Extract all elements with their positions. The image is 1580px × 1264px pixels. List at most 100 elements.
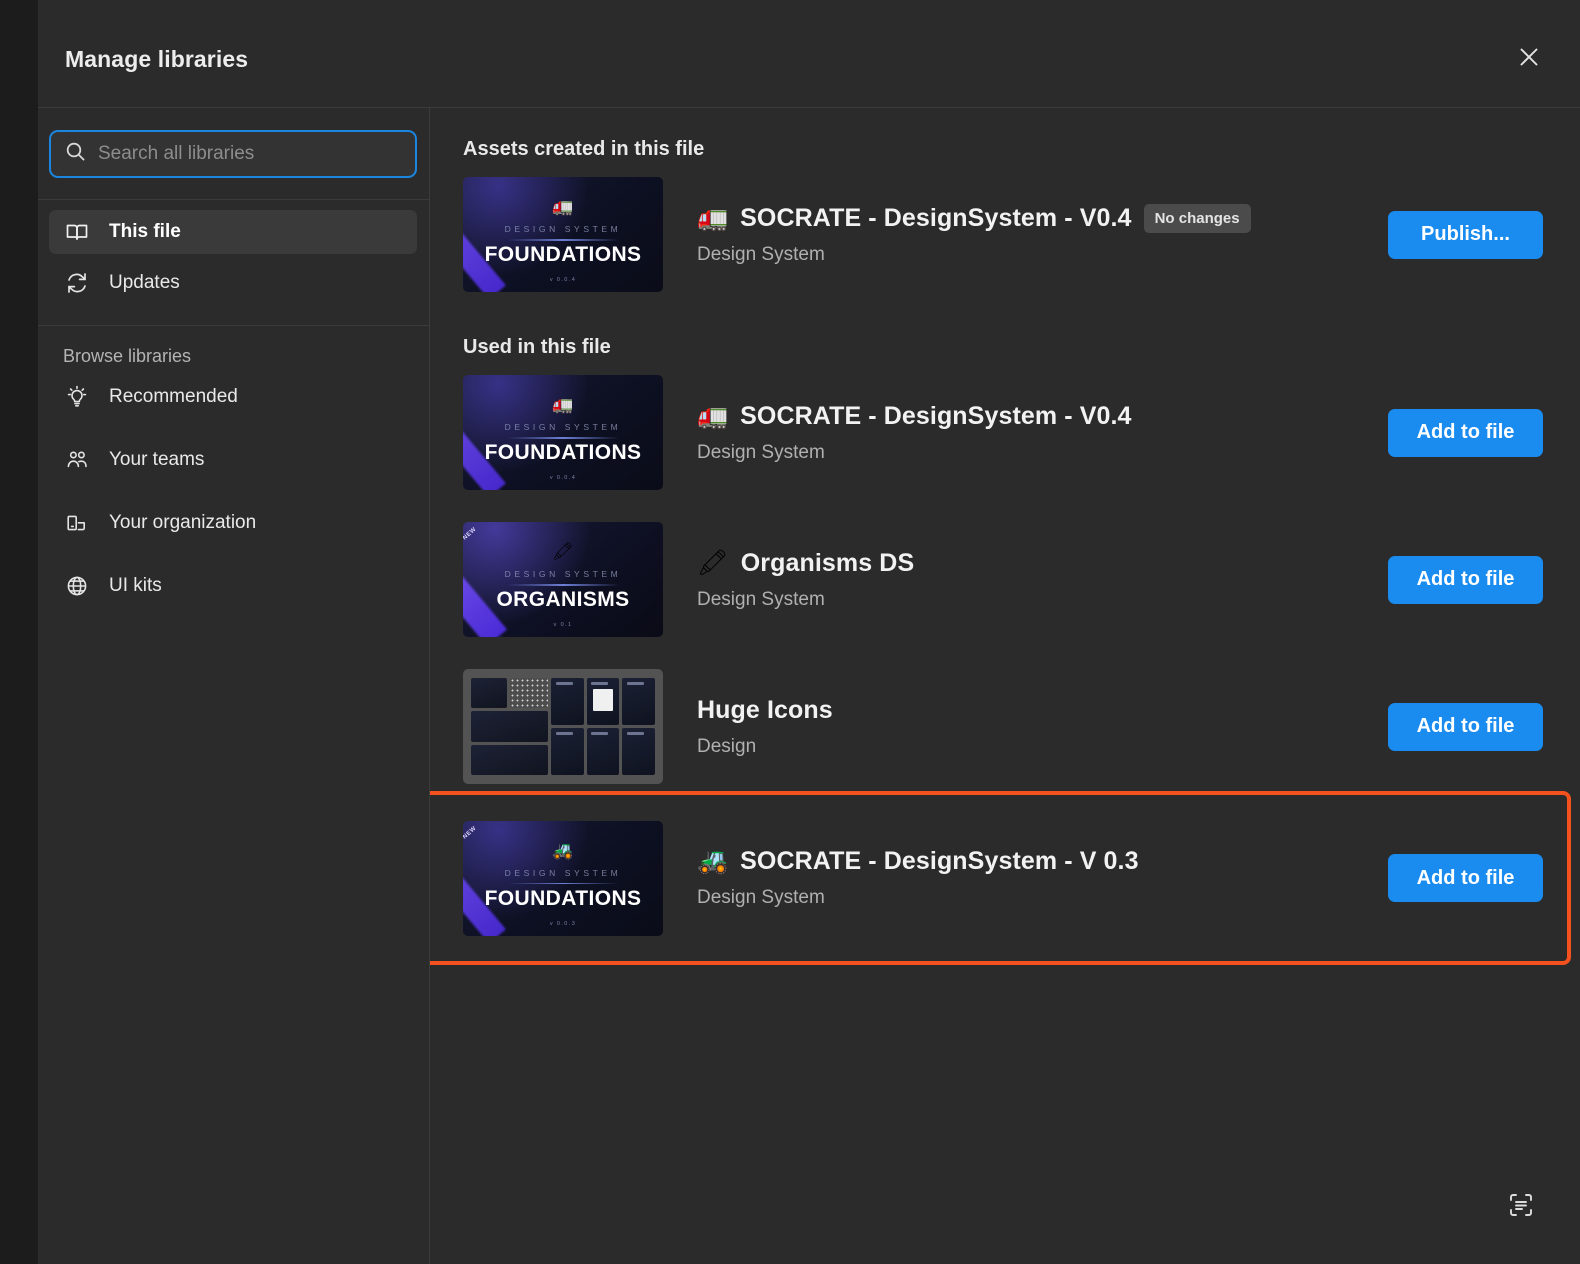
library-info: 🖍 Organisms DS Design System: [663, 549, 1388, 611]
sidebar-browse-list: Recommended Your teams Your organization…: [38, 375, 429, 608]
crayon-emoji-icon: 🖍: [697, 548, 729, 577]
thumbnail-emoji: 🚛: [552, 395, 574, 414]
library-name: SOCRATE - DesignSystem - V0.4: [740, 203, 1132, 232]
sidebar-item-your-organization[interactable]: Your organization: [49, 501, 417, 545]
sidebar-item-ui-kits[interactable]: UI kits: [49, 564, 417, 608]
library-name: SOCRATE - DesignSystem - V 0.3: [740, 847, 1139, 875]
mini-card: [622, 678, 655, 725]
section-title-assets-created: Assets created in this file: [463, 138, 705, 160]
thumbnail-emoji: 🖍: [552, 542, 574, 561]
sidebar-item-label: Your organization: [109, 512, 257, 533]
library-row-used-2[interactable]: Huge Icons Design Add to file: [430, 653, 1580, 800]
library-thumbnail: NEW 🖍 DESIGN SYSTEM ORGANISMS v 0.1: [463, 522, 663, 637]
library-info: 🚛 SOCRATE - DesignSystem - V0.4 No chang…: [663, 203, 1388, 266]
modal-header: Manage libraries: [38, 0, 1580, 108]
library-subtitle: Design System: [697, 441, 825, 463]
mini-card: [471, 711, 548, 742]
library-name-line: Huge Icons: [697, 696, 1388, 725]
library-subtitle: Design System: [697, 243, 825, 265]
thumbnail-rule: [507, 437, 619, 439]
thumbnail-version: v 0.1: [553, 622, 573, 628]
thumbnail-kicker: DESIGN SYSTEM: [504, 224, 622, 234]
sidebar-item-label: UI kits: [109, 575, 162, 596]
library-name: SOCRATE - DesignSystem - V0.4: [740, 401, 1132, 430]
mini-card-group: [551, 678, 655, 775]
mini-card: [471, 744, 548, 775]
add-to-file-button[interactable]: Add to file: [1388, 555, 1543, 604]
library-subtitle: Design System: [697, 887, 825, 908]
book-icon: [63, 218, 91, 246]
add-to-file-button[interactable]: Add to file: [1388, 702, 1543, 751]
new-ribbon-label: NEW: [463, 825, 478, 840]
mini-card: [622, 728, 655, 775]
thumbnail-kicker: DESIGN SYSTEM: [504, 867, 622, 878]
sidebar-item-recommended[interactable]: Recommended: [49, 375, 417, 419]
truck-emoji-icon: 🚛: [697, 401, 729, 430]
mini-card: [586, 728, 620, 775]
thumbnail-emoji: 🚜: [552, 840, 574, 860]
library-thumbnail: NEW 🚜 DESIGN SYSTEM FOUNDATIONS v 0.0.3: [463, 820, 663, 936]
libraries-panel: Assets created in this file 🚛 DESIGN SYS…: [430, 108, 1580, 1264]
search-icon: [65, 141, 86, 167]
library-row-used-3[interactable]: NEW 🚜 DESIGN SYSTEM FOUNDATIONS v 0.0.3 …: [430, 791, 1580, 965]
thumbnail-version: v 0.0.4: [549, 475, 577, 481]
thumbnail-rule: [507, 882, 619, 884]
thumbnail-rule: [507, 239, 619, 241]
thumbnail-rule: [507, 584, 619, 586]
library-name-line: 🚛 SOCRATE - DesignSystem - V0.4: [697, 402, 1388, 431]
mini-card: [551, 678, 584, 725]
building-icon: [63, 509, 91, 537]
thumbnail-title: ORGANISMS: [496, 588, 630, 611]
tractor-emoji-icon: 🚜: [697, 847, 729, 875]
thumbnail-title: FOUNDATIONS: [484, 441, 642, 464]
status-badge: No changes: [1143, 203, 1251, 233]
search-box[interactable]: [49, 130, 417, 178]
sidebar-item-label: Recommended: [109, 386, 238, 407]
new-ribbon-label: NEW: [463, 526, 478, 542]
thumbnail-emoji: 🚛: [552, 197, 574, 216]
thumbnail-title: FOUNDATIONS: [484, 243, 642, 266]
section-title-used-in-file: Used in this file: [463, 336, 611, 358]
library-name-line: 🚛 SOCRATE - DesignSystem - V0.4 No chang…: [697, 203, 1388, 233]
refresh-icon: [63, 269, 91, 297]
library-thumbnail: [463, 669, 663, 784]
search-input[interactable]: [98, 143, 401, 165]
library-row-used-1[interactable]: NEW 🖍 DESIGN SYSTEM ORGANISMS v 0.1 🖍 Or…: [430, 506, 1580, 653]
thumbnail-kicker: DESIGN SYSTEM: [504, 422, 622, 432]
library-name-line: 🚜 SOCRATE - DesignSystem - V 0.3: [697, 847, 1388, 876]
lightbulb-icon: [63, 383, 91, 411]
library-row-used-0[interactable]: 🚛 DESIGN SYSTEM FOUNDATIONS v 0.0.4 🚛 SO…: [430, 359, 1580, 506]
thumbnail-version: v 0.0.4: [549, 277, 577, 283]
publish-button[interactable]: Publish...: [1388, 210, 1543, 259]
page-title: Manage libraries: [65, 46, 249, 72]
add-to-file-button[interactable]: Add to file: [1388, 408, 1543, 457]
thumbnail-card-grid: [471, 678, 655, 775]
library-row-assets-0[interactable]: 🚛 DESIGN SYSTEM FOUNDATIONS v 0.0.4 🚛 SO…: [430, 161, 1580, 308]
sidebar-primary-list: This file Updates: [38, 200, 429, 305]
globe-icon: [63, 572, 91, 600]
thumbnail-kicker: DESIGN SYSTEM: [504, 569, 622, 579]
library-subtitle: Design: [697, 735, 757, 757]
sidebar-section-title: Browse libraries: [63, 346, 192, 366]
library-info: 🚜 SOCRATE - DesignSystem - V 0.3 Design …: [663, 847, 1388, 909]
library-name-line: 🖍 Organisms DS: [697, 549, 1388, 578]
library-name: Organisms DS: [740, 548, 915, 577]
sidebar: This file Updates Browse librari: [38, 108, 430, 1264]
modal-body: This file Updates Browse librari: [38, 108, 1580, 1264]
library-thumbnail: 🚛 DESIGN SYSTEM FOUNDATIONS v 0.0.4: [463, 177, 663, 292]
sidebar-item-this-file[interactable]: This file: [49, 210, 417, 254]
manage-libraries-modal: Manage libraries Search all libraries Th…: [38, 0, 1580, 1264]
sidebar-item-updates[interactable]: Updates: [49, 261, 417, 305]
sidebar-item-label: Updates: [109, 272, 180, 293]
mini-card: [551, 728, 584, 775]
add-to-file-button[interactable]: Add to file: [1388, 854, 1543, 902]
mini-card: [471, 678, 507, 709]
library-info: Huge Icons Design: [663, 696, 1388, 758]
library-name: Huge Icons: [697, 695, 833, 724]
sidebar-item-label: Your teams: [109, 449, 205, 470]
close-button[interactable]: [1510, 38, 1548, 76]
library-subtitle: Design System: [697, 588, 825, 610]
people-icon: [63, 446, 91, 474]
sidebar-item-your-teams[interactable]: Your teams: [49, 438, 417, 482]
scan-text-button[interactable]: [1499, 1184, 1543, 1228]
